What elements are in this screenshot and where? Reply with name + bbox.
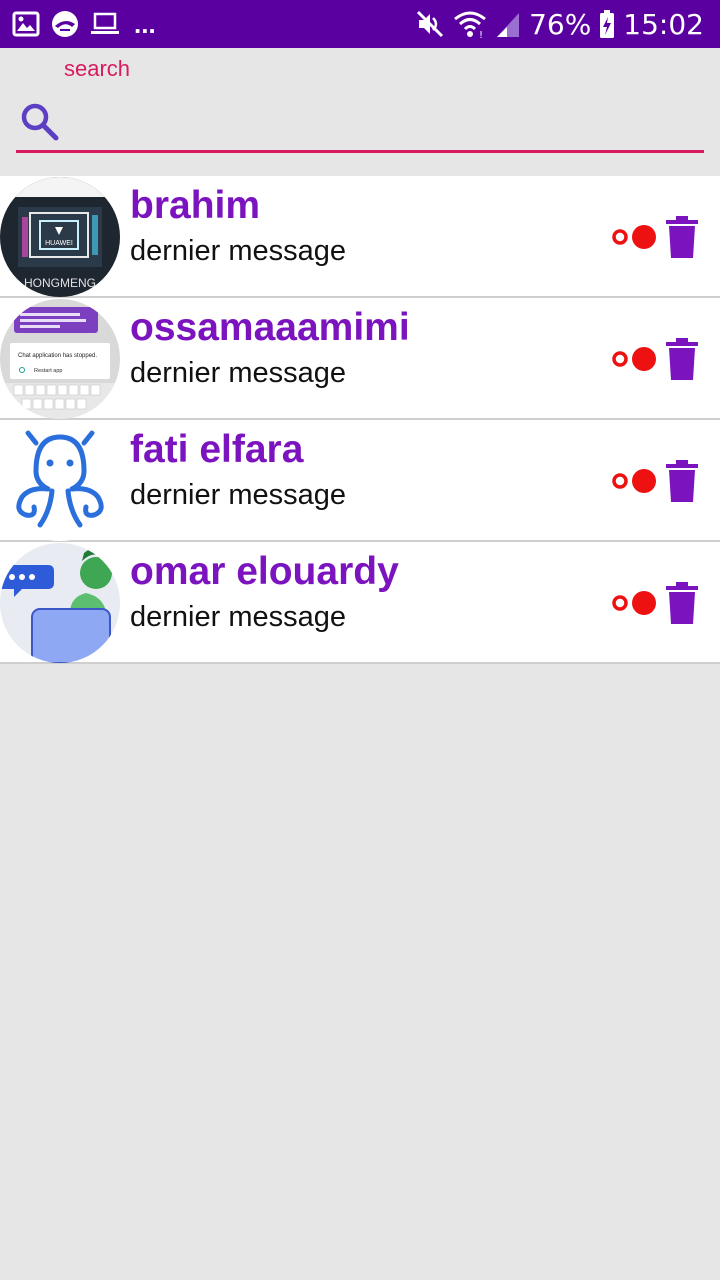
clock: 15:02 (623, 7, 704, 41)
wifi-icon: ! (454, 11, 486, 39)
search-icon[interactable] (20, 102, 60, 142)
laptop-icon (91, 12, 119, 34)
more-notifications-indicator: ... (134, 9, 156, 39)
search-label: search (64, 56, 131, 81)
contact-name: fati elfara (130, 428, 304, 471)
contact-last-message: dernier message (130, 235, 346, 267)
svg-text:HUAWEI: HUAWEI (45, 240, 73, 247)
contact-last-message: dernier message (130, 601, 346, 633)
contact-row[interactable]: HUAWEI HONGMENG brahim dernier message (0, 176, 720, 298)
search-underline (16, 150, 704, 153)
delete-icon[interactable] (664, 216, 700, 258)
delete-icon[interactable] (664, 460, 700, 502)
svg-text:HONGMENG: HONGMENG (24, 276, 96, 290)
contact-last-message: dernier message (130, 357, 346, 389)
contact-avatar[interactable]: Chat application has stopped. Restart ap… (0, 299, 120, 419)
svg-text:!: ! (479, 30, 483, 39)
person-chat-avatar (0, 543, 120, 663)
contact-avatar[interactable]: HUAWEI HONGMENG (0, 177, 120, 297)
search-input[interactable] (70, 98, 704, 144)
contact-name: ossamaaamimi (130, 306, 410, 349)
online-status-icon (612, 347, 656, 371)
contact-row[interactable]: omar elouardy dernier message (0, 542, 720, 664)
online-status-icon (612, 591, 656, 615)
battery-charging-icon (600, 10, 615, 38)
search-bar: search (0, 48, 720, 176)
screenshot-avatar: Chat application has stopped. Restart ap… (0, 299, 120, 419)
contact-avatar[interactable] (0, 543, 120, 663)
contact-row[interactable]: Chat application has stopped. Restart ap… (0, 298, 720, 420)
delete-icon[interactable] (664, 582, 700, 624)
contact-name: omar elouardy (130, 550, 399, 593)
status-system: ! 76% 15:02 (415, 6, 704, 42)
contact-last-message: dernier message (130, 479, 346, 511)
contact-name: brahim (130, 184, 261, 227)
gallery-icon (12, 11, 40, 37)
delete-icon[interactable] (664, 338, 700, 380)
status-notifications: ... (12, 8, 156, 40)
huawei-hongmeng-avatar: HUAWEI HONGMENG (0, 177, 120, 297)
app-notification-icon (52, 11, 78, 37)
signal-icon (497, 13, 520, 37)
mute-icon (417, 10, 444, 38)
svg-text:Restart app: Restart app (34, 368, 62, 374)
status-bar: ... ! 76% 15:02 (0, 0, 720, 48)
contact-avatar[interactable] (0, 421, 120, 541)
contact-row[interactable]: fati elfara dernier message (0, 420, 720, 542)
contact-list: HUAWEI HONGMENG brahim dernier message C… (0, 176, 720, 664)
online-status-icon (612, 469, 656, 493)
battery-percentage: 76% (529, 7, 592, 41)
octopus-avatar (0, 421, 120, 541)
online-status-icon (612, 225, 656, 249)
svg-text:Chat application has stopped.: Chat application has stopped. (18, 353, 97, 359)
